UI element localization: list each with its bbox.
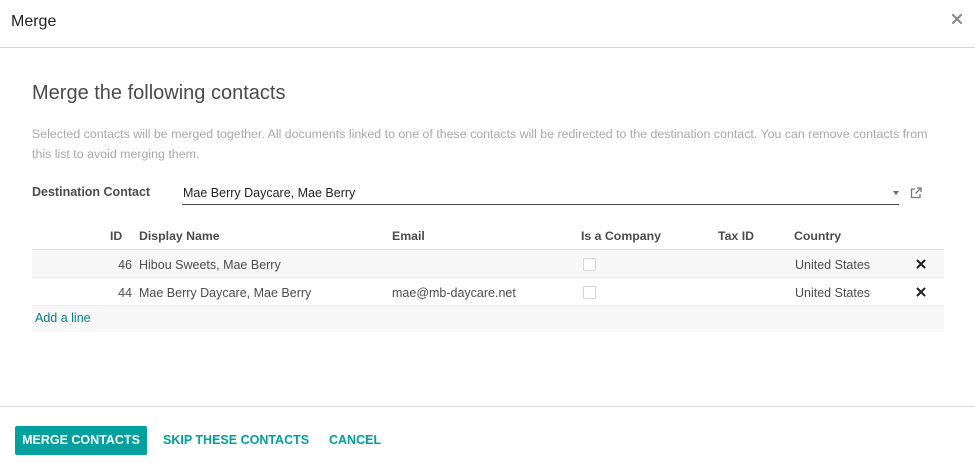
help-text: Selected contacts will be merged togethe… [32, 127, 928, 161]
row-email: mae@mb-daycare.net [392, 286, 516, 300]
column-header-country[interactable]: Country [794, 229, 841, 243]
row-country: United States [795, 286, 871, 300]
skip-contacts-button[interactable]: SKIP THESE CONTACTS [163, 426, 309, 455]
add-line-link[interactable]: Add a line [35, 311, 91, 325]
row-id: 46 [118, 258, 132, 272]
column-header-display-name[interactable]: Display Name [139, 229, 220, 243]
row-id: 44 [118, 286, 132, 300]
column-header-email[interactable]: Email [392, 229, 425, 243]
is-company-checkbox[interactable] [583, 258, 596, 271]
row-display-name: Mae Berry Daycare, Mae Berry [139, 286, 312, 300]
column-header-id[interactable]: ID [110, 229, 122, 243]
delete-x-icon[interactable] [916, 259, 926, 269]
add-line-row: Add a line [32, 306, 944, 332]
table-row[interactable]: 46 Hibou Sweets, Mae Berry United States [32, 250, 944, 278]
is-company-checkbox[interactable] [583, 286, 596, 299]
destination-contact-label: Destination Contact [32, 185, 151, 199]
contacts-table: ID Display Name Email Is a Company Tax I… [32, 222, 944, 332]
destination-contact-select[interactable]: Mae Berry Daycare, Mae Berry [182, 183, 899, 205]
dialog-footer: MERGE CONTACTS SKIP THESE CONTACTS CANCE… [0, 406, 975, 474]
close-icon[interactable] [950, 12, 964, 26]
table-row[interactable]: 44 Mae Berry Daycare, Mae Berry mae@mb-d… [32, 278, 944, 306]
column-header-is-company[interactable]: Is a Company [581, 229, 661, 243]
delete-x-icon[interactable] [916, 287, 926, 297]
dialog-title: Merge [11, 13, 57, 30]
row-country: United States [795, 258, 871, 272]
external-link-icon[interactable] [909, 186, 923, 200]
merge-contacts-button[interactable]: MERGE CONTACTS [15, 426, 147, 455]
caret-down-icon[interactable] [893, 191, 899, 195]
column-header-tax-id[interactable]: Tax ID [718, 229, 754, 243]
destination-contact-value: Mae Berry Daycare, Mae Berry [183, 186, 356, 200]
cancel-button[interactable]: CANCEL [329, 426, 381, 455]
dialog-header: Merge [0, 0, 975, 48]
row-display-name: Hibou Sweets, Mae Berry [139, 258, 281, 272]
page-title: Merge the following contacts [32, 82, 286, 104]
table-header: ID Display Name Email Is a Company Tax I… [32, 222, 944, 250]
